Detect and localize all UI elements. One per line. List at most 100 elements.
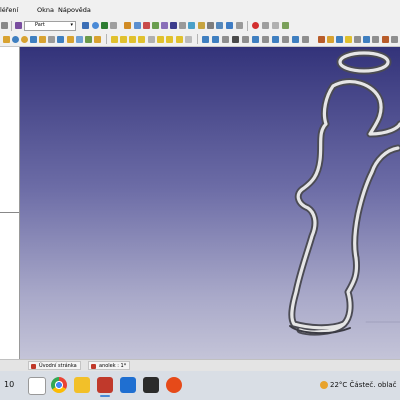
mirror-icon[interactable]	[94, 36, 101, 43]
offset-icon[interactable]	[222, 36, 229, 43]
part-icon[interactable]	[236, 22, 243, 29]
join-icon[interactable]	[148, 36, 155, 43]
color-per-face-icon[interactable]	[363, 36, 370, 43]
projection-icon[interactable]	[242, 36, 249, 43]
workbench-selector[interactable]: Part ▾	[24, 21, 76, 31]
menu-help[interactable]: Nápověda	[58, 6, 91, 14]
make-face-icon[interactable]	[282, 36, 289, 43]
selection-icon[interactable]	[101, 22, 108, 29]
task-view-icon[interactable]	[28, 377, 46, 395]
split-icon[interactable]	[157, 36, 164, 43]
panel-splitter[interactable]	[0, 212, 19, 213]
taskbar: 10 22°C Částeč. oblač	[0, 371, 400, 400]
group-icon[interactable]	[226, 22, 233, 29]
shape-builder-icon[interactable]	[67, 36, 74, 43]
record-macro-icon[interactable]	[252, 22, 259, 29]
fuse-icon[interactable]	[129, 36, 136, 43]
weather-temperature: 22°C	[330, 381, 348, 389]
zoom-icon[interactable]	[92, 22, 99, 29]
export-icon[interactable]	[372, 36, 379, 43]
sketch-icon[interactable]	[318, 36, 325, 43]
toolbar-row-1: Part ▾	[0, 19, 400, 33]
view-front-icon[interactable]	[124, 22, 131, 29]
execute-macro-icon[interactable]	[282, 22, 289, 29]
link-icon[interactable]	[216, 22, 223, 29]
primitives-icon[interactable]	[57, 36, 64, 43]
folder-icon[interactable]	[198, 22, 205, 29]
tab-document[interactable]: anolek : 1*	[88, 361, 131, 370]
angel-model	[288, 49, 400, 336]
tab-start-page[interactable]: Úvodní stránka	[28, 361, 81, 370]
macros-icon[interactable]	[272, 22, 279, 29]
box-icon[interactable]	[3, 36, 10, 43]
document-icon[interactable]	[207, 22, 214, 29]
cone-icon[interactable]	[30, 36, 37, 43]
weather-widget[interactable]: 22°C Částeč. oblač	[330, 381, 397, 389]
menu-windows[interactable]: Okna	[37, 6, 54, 14]
view-top-icon[interactable]	[134, 22, 141, 29]
view-left-icon[interactable]	[170, 22, 177, 29]
cut-icon[interactable]	[120, 36, 127, 43]
chamfer-icon[interactable]	[272, 36, 279, 43]
chevron-down-icon: ▾	[70, 22, 73, 28]
draw-style-icon[interactable]	[110, 22, 117, 29]
torus-icon[interactable]	[39, 36, 46, 43]
tab-start-page-label: Úvodní stránka	[39, 363, 77, 369]
toolbar-separator	[197, 34, 198, 44]
freecad-taskbar-icon[interactable]	[97, 377, 113, 397]
revolve-icon[interactable]	[85, 36, 92, 43]
defeaturing-icon[interactable]	[185, 36, 192, 43]
tab-document-label: anolek : 1*	[99, 363, 127, 369]
toolbar-row-2	[0, 33, 400, 47]
refine-icon[interactable]	[354, 36, 361, 43]
cylinder-icon[interactable]	[12, 36, 19, 43]
view-right-icon[interactable]	[143, 22, 150, 29]
model-tree-panel[interactable]	[0, 47, 20, 359]
menu-view[interactable]: léření	[0, 6, 18, 14]
sphere-icon[interactable]	[21, 36, 28, 43]
workbench-icon	[15, 22, 22, 29]
weather-condition: Částeč. oblač	[349, 381, 397, 389]
chrome-icon[interactable]	[51, 377, 67, 393]
measure-icon[interactable]	[179, 22, 186, 29]
file-explorer-icon[interactable]	[74, 377, 90, 393]
check-geometry-icon[interactable]	[176, 36, 183, 43]
edit-icon[interactable]	[1, 22, 8, 29]
toolbar-separator	[11, 21, 12, 31]
boolean-icon[interactable]	[111, 36, 118, 43]
clipping-icon[interactable]	[188, 22, 195, 29]
freecad-icon	[31, 364, 36, 369]
taskbar-clock: 10	[4, 380, 15, 389]
thickness-icon[interactable]	[232, 36, 239, 43]
app-icon[interactable]	[120, 377, 136, 393]
view-bottom-icon[interactable]	[161, 22, 168, 29]
toolbar-separator	[106, 34, 107, 44]
stop-macro-icon[interactable]	[262, 22, 269, 29]
import-icon[interactable]	[382, 36, 389, 43]
loft-icon[interactable]	[292, 36, 299, 43]
toolbar-separator	[247, 21, 248, 31]
attachment-icon[interactable]	[252, 36, 259, 43]
shape-icon[interactable]	[327, 36, 334, 43]
compound-icon[interactable]	[166, 36, 173, 43]
extrude-icon[interactable]	[76, 36, 83, 43]
color-icon[interactable]	[345, 36, 352, 43]
media-player-icon[interactable]	[166, 377, 182, 393]
fillet-icon[interactable]	[262, 36, 269, 43]
terminal-icon[interactable]	[143, 377, 159, 393]
menu-bar: léření Okna Nápověda	[0, 0, 400, 19]
document-tab-bar: Úvodní stránka anolek : 1*	[0, 359, 400, 371]
workbench-selector-value: Part	[35, 22, 45, 28]
settings-icon[interactable]	[391, 36, 398, 43]
ruled-surface-icon[interactable]	[336, 36, 343, 43]
section-icon[interactable]	[202, 36, 209, 43]
freecad-icon	[91, 364, 96, 369]
sweep-icon[interactable]	[302, 36, 309, 43]
common-icon[interactable]	[138, 36, 145, 43]
view-fit-icon[interactable]	[82, 22, 89, 29]
tube-icon[interactable]	[48, 36, 55, 43]
view-rear-icon[interactable]	[152, 22, 159, 29]
cross-sections-icon[interactable]	[212, 36, 219, 43]
weather-icon[interactable]	[320, 381, 328, 389]
3d-viewport[interactable]	[20, 47, 400, 359]
